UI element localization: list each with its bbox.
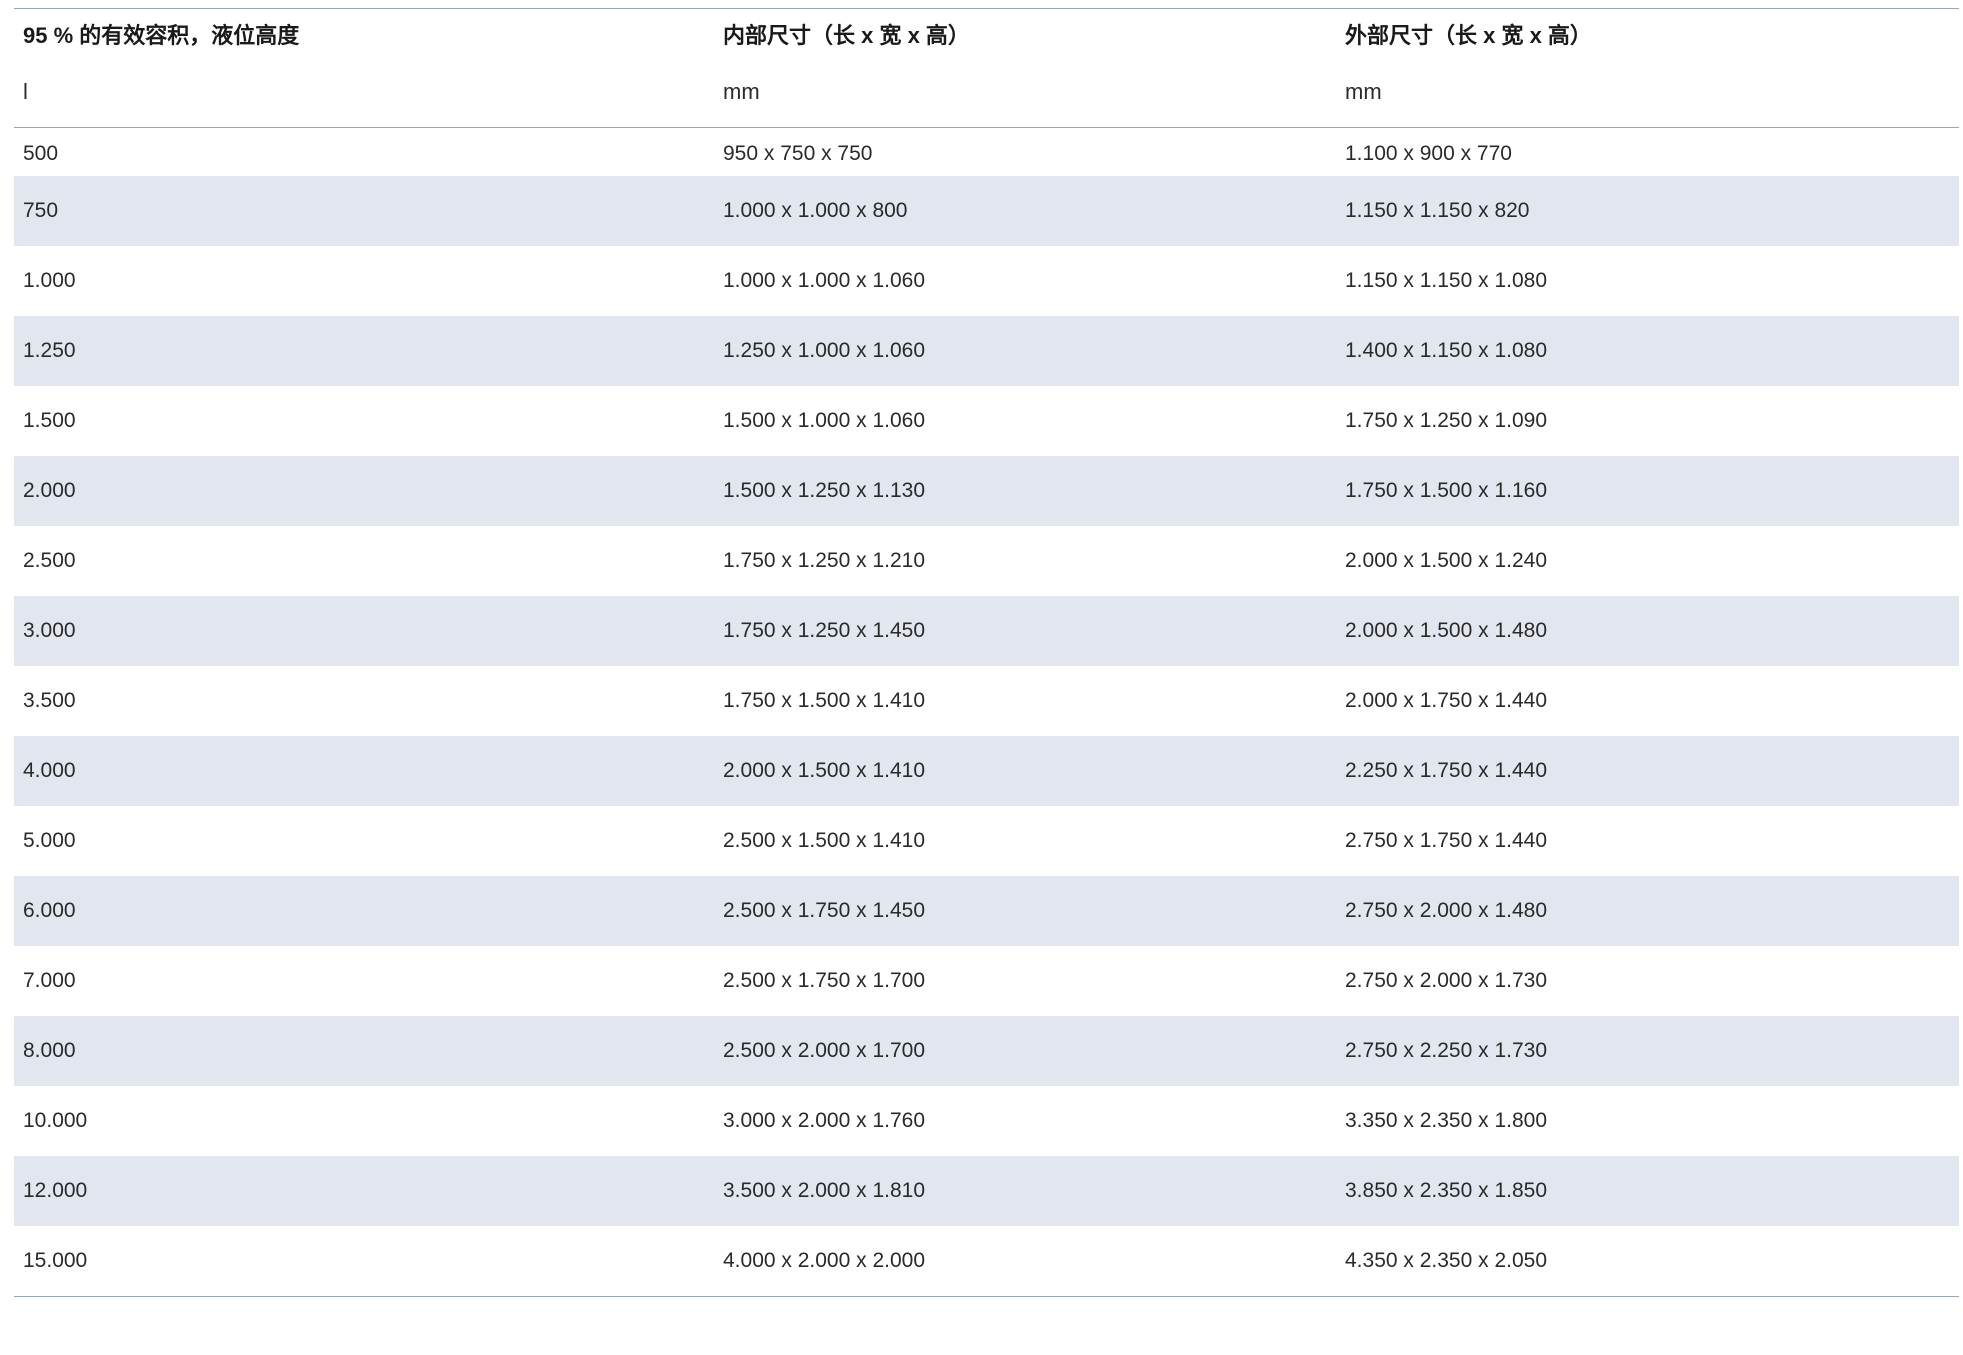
table-row: 5.000 2.500 x 1.500 x 1.410 2.750 x 1.750 …	[14, 806, 1959, 876]
cell-volume: 12.000	[14, 1156, 714, 1226]
cell-inner-dimensions: 2.500 x 1.750 x 1.450	[714, 876, 1336, 946]
dimensions-table: 95 % 的有效容积，液位高度 内部尺寸（长 x 宽 x 高） 外部尺寸（长 x…	[14, 8, 1959, 1297]
cell-outer-dimensions: 2.000 x 1.750 x 1.440	[1345, 689, 1547, 712]
unit-outer: mm	[1345, 79, 1382, 104]
unit-row: l mm mm	[14, 59, 1959, 127]
cell-outer-dimensions: 2.750 x 2.250 x 1.730	[1336, 1016, 1959, 1086]
cell-outer-dimensions: 4.350 x 2.350 x 2.050	[1345, 1248, 1547, 1272]
cell-outer-dimensions: 1.100 x 900 x 770	[1345, 141, 1512, 165]
cell-inner-dimensions: 1.500 x 1.250 x 1.130	[714, 456, 1336, 526]
cell-inner-dimensions: 1.250 x 1.000 x 1.060	[714, 316, 1336, 386]
table-row: 15.000 4.000 x 2.000 x 2.000 4.350 x 2.350…	[14, 1226, 1959, 1296]
cell-volume: 7.000	[23, 969, 76, 992]
cell-inner-dimensions: 2.500 x 1.750 x 1.700	[723, 969, 925, 992]
table-row: 7.000 2.500 x 1.750 x 1.700 2.750 x 2.000 …	[14, 946, 1959, 1016]
cell-volume: 3.000	[14, 596, 714, 666]
header-row: 95 % 的有效容积，液位高度 内部尺寸（长 x 宽 x 高） 外部尺寸（长 x…	[14, 8, 1959, 60]
dimensions-table-container: 95 % 的有效容积，液位高度 内部尺寸（长 x 宽 x 高） 外部尺寸（长 x…	[14, 8, 1959, 1297]
table-row: 500 950 x 750 x 750 1.100 x 900 x 770	[14, 127, 1959, 176]
cell-inner-dimensions: 1.500 x 1.000 x 1.060	[723, 409, 925, 432]
cell-volume: 2.000	[14, 456, 714, 526]
cell-inner-dimensions: 1.750 x 1.500 x 1.410	[723, 689, 925, 712]
cell-inner-dimensions: 2.500 x 1.500 x 1.410	[723, 829, 925, 852]
cell-inner-dimensions: 2.000 x 1.500 x 1.410	[714, 736, 1336, 806]
header-inner-dimensions: 内部尺寸（长 x 宽 x 高）	[723, 23, 970, 48]
cell-volume: 6.000	[14, 876, 714, 946]
cell-inner-dimensions: 1.000 x 1.000 x 1.060	[723, 269, 925, 292]
cell-outer-dimensions: 2.000 x 1.500 x 1.480	[1336, 596, 1959, 666]
cell-inner-dimensions: 3.500 x 2.000 x 1.810	[714, 1156, 1336, 1226]
table-header: 95 % 的有效容积，液位高度 内部尺寸（长 x 宽 x 高） 外部尺寸（长 x…	[14, 8, 1959, 127]
cell-volume: 500	[23, 141, 59, 165]
table-row: 1.000 1.000 x 1.000 x 1.060 1.150 x 1.150 …	[14, 246, 1959, 316]
cell-outer-dimensions: 1.150 x 1.150 x 1.080	[1345, 269, 1547, 292]
cell-volume: 1.500	[23, 409, 76, 432]
cell-outer-dimensions: 2.250 x 1.750 x 1.440	[1336, 736, 1959, 806]
header-outer-dimensions: 外部尺寸（长 x 宽 x 高）	[1345, 23, 1592, 48]
table-row: 3.000 1.750 x 1.250 x 1.450 2.000 x 1.500 …	[14, 596, 1959, 666]
cell-volume: 15.000	[23, 1248, 88, 1272]
cell-inner-dimensions: 2.500 x 2.000 x 1.700	[714, 1016, 1336, 1086]
cell-outer-dimensions: 2.750 x 2.000 x 1.480	[1336, 876, 1959, 946]
cell-outer-dimensions: 2.000 x 1.500 x 1.240	[1345, 549, 1547, 572]
header-volume: 95 % 的有效容积，液位高度	[23, 23, 300, 48]
cell-outer-dimensions: 1.750 x 1.250 x 1.090	[1345, 409, 1547, 432]
cell-outer-dimensions: 3.350 x 2.350 x 1.800	[1345, 1109, 1547, 1132]
cell-volume: 5.000	[23, 829, 76, 852]
table-row: 10.000 3.000 x 2.000 x 1.760 3.350 x 2.350…	[14, 1086, 1959, 1156]
cell-outer-dimensions: 3.850 x 2.350 x 1.850	[1336, 1156, 1959, 1226]
table-row: 12.000 3.500 x 2.000 x 1.810 3.850 x 2.350…	[14, 1156, 1959, 1226]
table-row: 1.250 1.250 x 1.000 x 1.060 1.400 x 1.150 …	[14, 316, 1959, 386]
table-row: 2.500 1.750 x 1.250 x 1.210 2.000 x 1.500 …	[14, 526, 1959, 596]
cell-volume: 750	[14, 176, 714, 246]
cell-inner-dimensions: 1.000 x 1.000 x 800	[714, 176, 1336, 246]
cell-volume: 1.250	[14, 316, 714, 386]
cell-volume: 2.500	[23, 549, 76, 572]
cell-outer-dimensions: 1.150 x 1.150 x 820	[1336, 176, 1959, 246]
cell-outer-dimensions: 1.750 x 1.500 x 1.160	[1336, 456, 1959, 526]
table-row: 3.500 1.750 x 1.500 x 1.410 2.000 x 1.750 …	[14, 666, 1959, 736]
cell-inner-dimensions: 3.000 x 2.000 x 1.760	[723, 1109, 925, 1132]
cell-outer-dimensions: 1.400 x 1.150 x 1.080	[1336, 316, 1959, 386]
cell-volume: 3.500	[23, 689, 76, 712]
table-row: 1.500 1.500 x 1.000 x 1.060 1.750 x 1.250 …	[14, 386, 1959, 456]
cell-volume: 4.000	[14, 736, 714, 806]
cell-volume: 10.000	[23, 1109, 88, 1132]
unit-inner: mm	[723, 79, 760, 104]
cell-volume: 8.000	[14, 1016, 714, 1086]
unit-volume: l	[23, 79, 28, 104]
cell-inner-dimensions: 1.750 x 1.250 x 1.450	[714, 596, 1336, 666]
cell-inner-dimensions: 950 x 750 x 750	[723, 141, 873, 165]
table-row: 8.000 2.500 x 2.000 x 1.700 2.750 x 2.250 …	[14, 1016, 1959, 1086]
table-row: 2.000 1.500 x 1.250 x 1.130 1.750 x 1.500 …	[14, 456, 1959, 526]
table-row: 750 1.000 x 1.000 x 800 1.150 x 1.150 x 82…	[14, 176, 1959, 246]
table-row: 4.000 2.000 x 1.500 x 1.410 2.250 x 1.750 …	[14, 736, 1959, 806]
cell-outer-dimensions: 2.750 x 2.000 x 1.730	[1345, 969, 1547, 992]
cell-inner-dimensions: 1.750 x 1.250 x 1.210	[723, 549, 925, 572]
cell-inner-dimensions: 4.000 x 2.000 x 2.000	[723, 1248, 925, 1272]
table-row: 6.000 2.500 x 1.750 x 1.450 2.750 x 2.000 …	[14, 876, 1959, 946]
cell-outer-dimensions: 2.750 x 1.750 x 1.440	[1345, 829, 1547, 852]
cell-volume: 1.000	[23, 269, 76, 292]
table-body: 500 950 x 750 x 750 1.100 x 900 x 770 750 1.…	[14, 127, 1959, 1296]
